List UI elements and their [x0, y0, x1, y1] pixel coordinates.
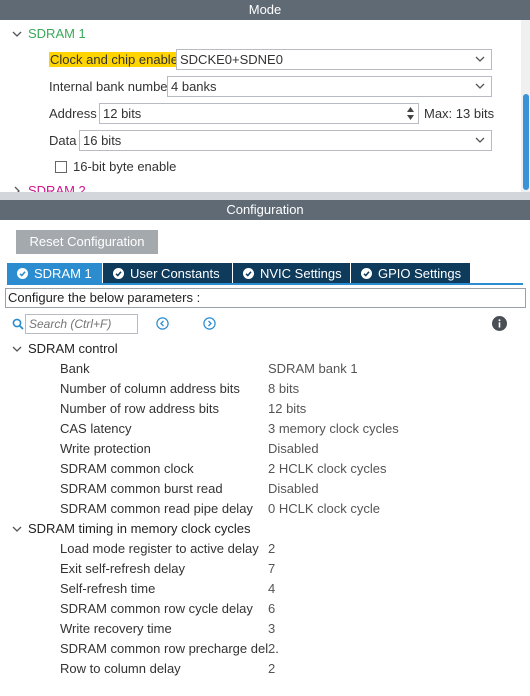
internal-bank-value: 4 banks — [171, 79, 217, 94]
mode-panel-title: Mode — [248, 2, 282, 17]
chevron-down-icon — [12, 346, 22, 352]
search-icon — [12, 318, 24, 330]
section-title: SDRAM control — [28, 341, 118, 356]
tab-gpio-settings-label: GPIO Settings — [378, 266, 462, 281]
tab-sdram1-label: SDRAM 1 — [34, 266, 92, 281]
param-name[interactable]: SDRAM common read pipe delay — [60, 501, 253, 516]
section-title: SDRAM timing in memory clock cycles — [28, 521, 251, 536]
chevron-left-circle-icon[interactable] — [156, 317, 169, 330]
tree-node-sdram2[interactable]: SDRAM 2 — [12, 183, 86, 192]
internal-bank-label: Internal bank number — [49, 79, 172, 94]
param-value[interactable]: 2 — [268, 541, 275, 556]
param-value[interactable]: 3 memory clock cycles — [268, 421, 399, 436]
param-name[interactable]: Write recovery time — [60, 621, 172, 636]
tab-user-constants-label: User Constants — [130, 266, 220, 281]
param-name[interactable]: Self-refresh time — [60, 581, 155, 596]
data-select[interactable]: 16 bits — [79, 130, 492, 151]
address-spinner[interactable]: 12 bits — [99, 103, 419, 124]
instructions-box: Configure the below parameters : — [5, 288, 526, 308]
chevron-down-icon — [475, 83, 485, 89]
param-name[interactable]: SDRAM common clock — [60, 461, 194, 476]
clock-chip-enable-label: Clock and chip enable — [49, 52, 179, 67]
byte-enable-checkbox[interactable] — [55, 161, 67, 173]
byte-enable-label: 16-bit byte enable — [73, 159, 177, 174]
param-value[interactable]: 4 — [268, 581, 275, 596]
tab-gpio-settings[interactable]: GPIO Settings — [351, 263, 471, 284]
check-circle-icon — [361, 268, 372, 279]
tab-underline — [7, 283, 523, 285]
config-tabs: SDRAM 1 User Constants NVIC Settings GPI… — [7, 263, 471, 284]
check-circle-icon — [113, 268, 124, 279]
tab-user-constants[interactable]: User Constants — [103, 263, 233, 284]
clock-chip-enable-select[interactable]: SDCKE0+SDNE0 — [176, 49, 492, 70]
param-value[interactable]: 8 bits — [268, 381, 299, 396]
param-name[interactable]: Row to column delay — [60, 661, 181, 676]
address-max-label: Max: 13 bits — [424, 106, 495, 121]
clock-chip-enable-value: SDCKE0+SDNE0 — [180, 52, 283, 67]
param-value[interactable]: 2 HCLK clock cycles — [268, 461, 386, 476]
param-value[interactable]: Disabled — [268, 441, 319, 456]
chevron-down-icon — [12, 31, 22, 37]
param-value[interactable]: 6 — [268, 601, 275, 616]
address-label: Address — [49, 106, 97, 121]
panel-divider[interactable] — [0, 192, 530, 200]
param-value[interactable]: 12 bits — [268, 401, 306, 416]
param-name[interactable]: SDRAM common row precharge del... — [60, 641, 279, 656]
param-name[interactable]: Bank — [60, 361, 90, 376]
check-circle-icon — [17, 268, 28, 279]
mode-scrollbar[interactable] — [521, 20, 530, 192]
param-value[interactable]: 2 — [268, 661, 275, 676]
config-panel-title: Configuration — [226, 202, 304, 217]
param-value[interactable]: 0 HCLK clock cycle — [268, 501, 380, 516]
chevron-down-icon — [475, 56, 485, 62]
address-value: 12 bits — [103, 106, 142, 121]
param-value[interactable]: SDRAM bank 1 — [268, 361, 358, 376]
reset-configuration-button[interactable]: Reset Configuration — [16, 230, 158, 254]
tab-nvic-settings[interactable]: NVIC Settings — [233, 263, 351, 284]
param-value[interactable]: 3 — [268, 621, 275, 636]
tab-sdram1[interactable]: SDRAM 1 — [7, 263, 103, 284]
param-name[interactable]: Exit self-refresh delay — [60, 561, 185, 576]
mode-panel: SDRAM 1 Clock and chip enable SDCKE0+SDN… — [0, 20, 530, 192]
check-circle-icon — [243, 268, 254, 279]
chevron-down-icon — [475, 137, 485, 143]
config-panel-header: Configuration — [0, 200, 530, 220]
chevron-right-circle-icon[interactable] — [203, 317, 216, 330]
param-value[interactable]: 7 — [268, 561, 275, 576]
internal-bank-select[interactable]: 4 banks — [167, 76, 492, 97]
tree-node-sdram1[interactable]: SDRAM 1 — [12, 26, 86, 41]
param-name[interactable]: CAS latency — [60, 421, 132, 436]
data-value: 16 bits — [83, 133, 122, 148]
data-label: Data — [49, 133, 77, 148]
tree-node-sdram2-label: SDRAM 2 — [28, 183, 86, 192]
param-name[interactable]: Write protection — [60, 441, 151, 456]
param-value[interactable]: Disabled — [268, 481, 319, 496]
tree-node-sdram1-label: SDRAM 1 — [28, 26, 86, 41]
search-input[interactable] — [25, 314, 138, 334]
tab-nvic-settings-label: NVIC Settings — [260, 266, 342, 281]
spinner-arrows-icon[interactable] — [406, 106, 415, 121]
param-name[interactable]: Load mode register to active delay — [60, 541, 259, 556]
mode-scrollbar-thumb[interactable] — [523, 94, 529, 190]
param-name[interactable]: Number of row address bits — [60, 401, 219, 416]
param-name[interactable]: Number of column address bits — [60, 381, 240, 396]
param-name[interactable]: SDRAM common row cycle delay — [60, 601, 253, 616]
param-name[interactable]: SDRAM common burst read — [60, 481, 223, 496]
info-icon[interactable] — [492, 316, 507, 331]
param-value[interactable]: 2 — [268, 641, 275, 656]
section-sdram-timing[interactable]: SDRAM timing in memory clock cycles — [12, 521, 251, 536]
section-sdram-control[interactable]: SDRAM control — [12, 341, 118, 356]
mode-panel-header: Mode — [0, 0, 530, 20]
chevron-down-icon — [12, 526, 22, 532]
